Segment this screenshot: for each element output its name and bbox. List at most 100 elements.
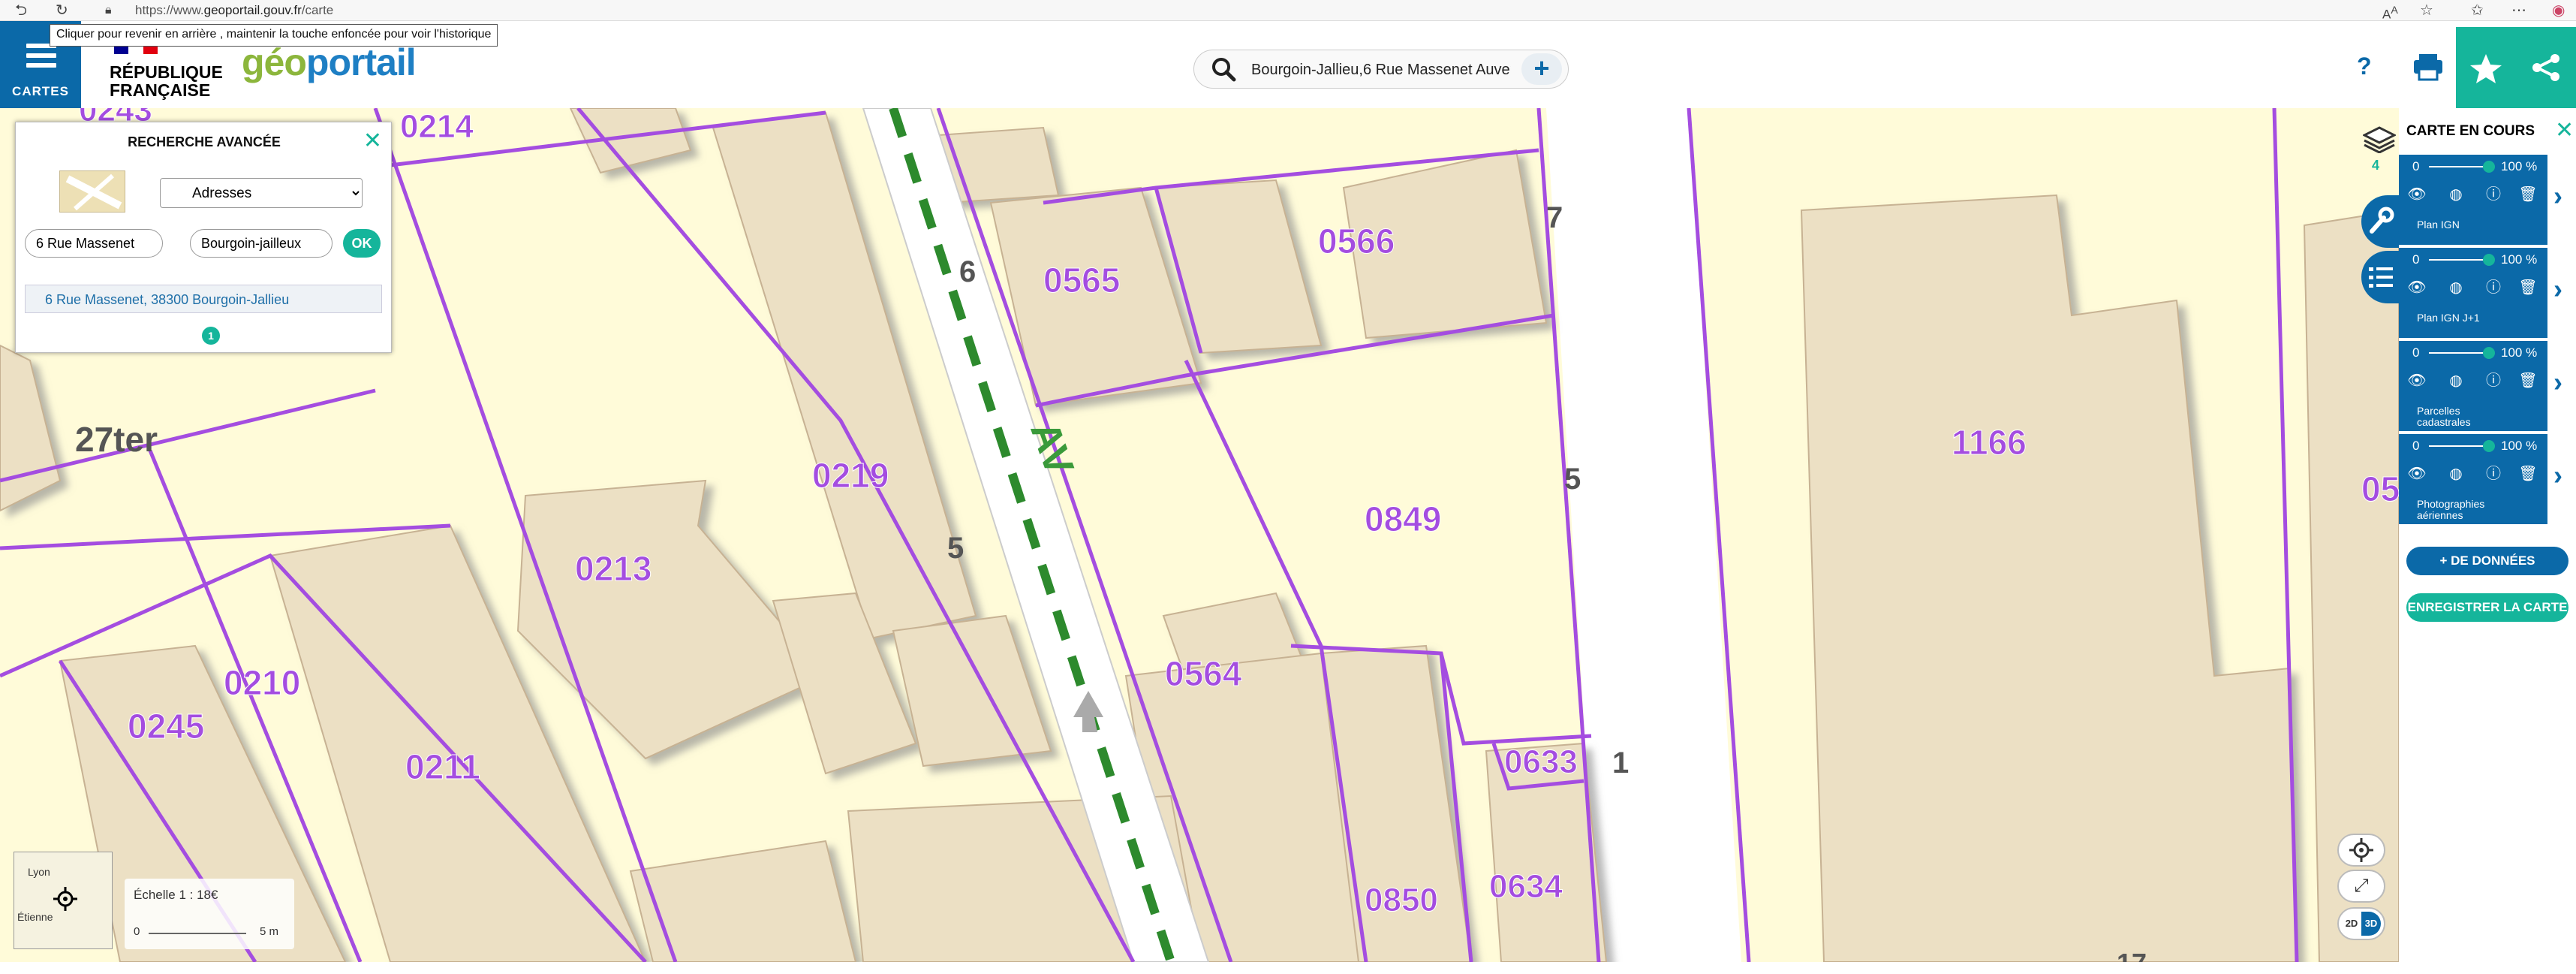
close-icon[interactable]: ✕ [363, 130, 382, 152]
wrench-icon [2370, 207, 2394, 234]
parcel-label: 0211 [405, 747, 481, 787]
address-bar[interactable]: https://www.geoportail.gouv.fr/carte [135, 3, 333, 18]
street-input[interactable] [25, 229, 163, 258]
url-path: /carte [301, 3, 334, 17]
search-options-button[interactable]: + [1521, 53, 1562, 85]
opacity-value: 100 % [2501, 439, 2538, 453]
opacity-slider-handle[interactable] [2483, 161, 2495, 173]
current-map-panel: CARTE EN COURS ✕ 0 100 % 👁︎ ◍ ⓘ 🗑︎ Plan IGN › 0 1… [2399, 108, 2576, 962]
result-page-button[interactable]: 1 [202, 327, 220, 345]
legend-button[interactable] [2361, 251, 2399, 303]
layers-icon[interactable] [2363, 126, 2396, 153]
target-icon [2349, 838, 2373, 862]
republic-logo[interactable]: RÉPUBLIQUE FRANÇAISE [110, 38, 223, 99]
share-button[interactable] [2516, 27, 2576, 108]
opacity-slider-handle[interactable] [2483, 440, 2495, 452]
help-button[interactable]: ? [2357, 53, 2372, 80]
visibility-eye-icon[interactable]: 👁︎ [2405, 463, 2429, 487]
layer-expand-chevron-icon[interactable]: › [2553, 273, 2562, 305]
advanced-search-title: RECHERCHE AVANCÉE [128, 134, 281, 149]
search-result-item[interactable]: 6 Rue Massenet, 38300 Bourgoin-Jallieu [25, 285, 382, 313]
layer-item[interactable]: 0 100 % 👁︎ ◍ ⓘ 🗑︎ Plan IGN [2399, 155, 2547, 245]
parcel-label: 0245 [127, 707, 205, 746]
ok-button[interactable]: OK [343, 229, 381, 258]
layer-item[interactable]: 0 100 % 👁︎ ◍ ⓘ 🗑︎ Photographies aériennes [2399, 434, 2547, 524]
opacity-slider[interactable] [2429, 166, 2486, 167]
trash-icon[interactable]: 🗑︎ [2516, 183, 2540, 207]
opacity-value: 100 % [2501, 345, 2538, 360]
star-outline-icon[interactable]: ☆ [2420, 2, 2433, 20]
style-compass-icon[interactable]: ◍ [2444, 276, 2468, 300]
parcel-label: 0850 [1365, 882, 1439, 919]
info-icon[interactable]: ⓘ [2481, 369, 2505, 394]
layer-expand-chevron-icon[interactable]: › [2553, 366, 2562, 398]
opacity-value: 100 % [2501, 159, 2538, 173]
visibility-eye-icon[interactable]: 👁︎ [2405, 276, 2429, 300]
url-prefix: https://www. [135, 3, 204, 17]
parcel-label: 0564 [1164, 654, 1242, 694]
more-icon[interactable]: ⋯ [2511, 2, 2526, 20]
view-mode-toggle[interactable]: 2D 3D [2337, 907, 2385, 940]
parcel-label: 0219 [811, 456, 889, 496]
opacity-min: 0 [2412, 345, 2420, 360]
layer-expand-chevron-icon[interactable]: › [2553, 460, 2562, 491]
city-input[interactable] [190, 229, 333, 258]
visibility-eye-icon[interactable]: 👁︎ [2405, 183, 2429, 207]
opacity-slider[interactable] [2429, 352, 2486, 354]
reload-icon[interactable]: ↻ [56, 2, 68, 20]
fullscreen-button[interactable]: ⤢ [2337, 870, 2385, 903]
address-number: 1 [1612, 746, 1630, 780]
parcel-label: 0849 [1364, 499, 1442, 539]
info-icon[interactable]: ⓘ [2481, 276, 2505, 300]
opacity-min: 0 [2412, 252, 2420, 267]
trash-icon[interactable]: 🗑︎ [2516, 463, 2540, 487]
visibility-eye-icon[interactable]: 👁︎ [2405, 369, 2429, 394]
layer-item[interactable]: 0 100 % 👁︎ ◍ ⓘ 🗑︎ Plan IGN J+1 [2399, 248, 2547, 338]
style-compass-icon[interactable]: ◍ [2444, 463, 2468, 487]
favorites-button[interactable] [2456, 27, 2516, 108]
parcel-label: 0214 [400, 108, 474, 146]
fullscreen-icon: ⤢ [2354, 876, 2369, 896]
parcel-label: 0634 [1489, 868, 1563, 906]
mode-3d[interactable]: 3D [2361, 912, 2381, 936]
back-icon[interactable]: ⮌ [15, 2, 27, 20]
search-type-select[interactable]: Adresses [160, 178, 363, 208]
crosshair-icon [53, 887, 77, 911]
favorites-icon[interactable]: ✩ [2471, 2, 2484, 20]
scale-box: Échelle 1 : 18€ 0 5 m [125, 879, 294, 949]
tools-button[interactable] [2361, 195, 2399, 248]
search-icon[interactable] [1211, 56, 1236, 82]
trash-icon[interactable]: 🗑︎ [2516, 369, 2540, 394]
layer-name: Plan IGN [2417, 219, 2460, 231]
mode-2d[interactable]: 2D [2342, 912, 2361, 936]
parcel-label: 27ter [75, 420, 158, 459]
add-data-button[interactable]: + DE DONNÉES [2406, 547, 2568, 575]
star-icon [2470, 54, 2502, 83]
bottom-strip [0, 962, 2576, 974]
geoportail-logo[interactable]: géoportail [242, 41, 417, 84]
geolocate-button[interactable] [2337, 834, 2385, 867]
address-number: 6 [959, 255, 977, 288]
opacity-slider[interactable] [2429, 445, 2486, 447]
trash-icon[interactable]: 🗑︎ [2516, 276, 2540, 300]
address-thumbnail [59, 170, 125, 213]
opacity-slider-handle[interactable] [2483, 254, 2495, 266]
copilot-icon[interactable]: ◉ [2552, 2, 2565, 20]
opacity-slider-handle[interactable] [2483, 347, 2495, 359]
opacity-slider[interactable] [2429, 259, 2486, 261]
print-icon[interactable] [2402, 39, 2454, 93]
close-icon[interactable]: ✕ [2555, 117, 2574, 143]
info-icon[interactable]: ⓘ [2481, 183, 2505, 207]
info-icon[interactable]: ⓘ [2481, 463, 2505, 487]
layer-item[interactable]: 0 100 % 👁︎ ◍ ⓘ 🗑︎ Parcelles cadastrales [2399, 341, 2547, 431]
overview-minimap[interactable]: Lyon Étienne [14, 852, 113, 949]
layer-expand-chevron-icon[interactable]: › [2553, 180, 2562, 212]
browser-toolbar: ⮌ ↻ 🔒︎ https://www.geoportail.gouv.fr/ca… [0, 0, 2576, 22]
style-compass-icon[interactable]: ◍ [2444, 369, 2468, 394]
minimap-city: Étienne [17, 911, 53, 923]
style-compass-icon[interactable]: ◍ [2444, 183, 2468, 207]
street-map-icon [65, 173, 122, 211]
address-number: 17 [2117, 948, 2147, 962]
save-map-button[interactable]: ENREGISTRER LA CARTE [2406, 593, 2568, 622]
search-input[interactable] [1251, 58, 1511, 82]
